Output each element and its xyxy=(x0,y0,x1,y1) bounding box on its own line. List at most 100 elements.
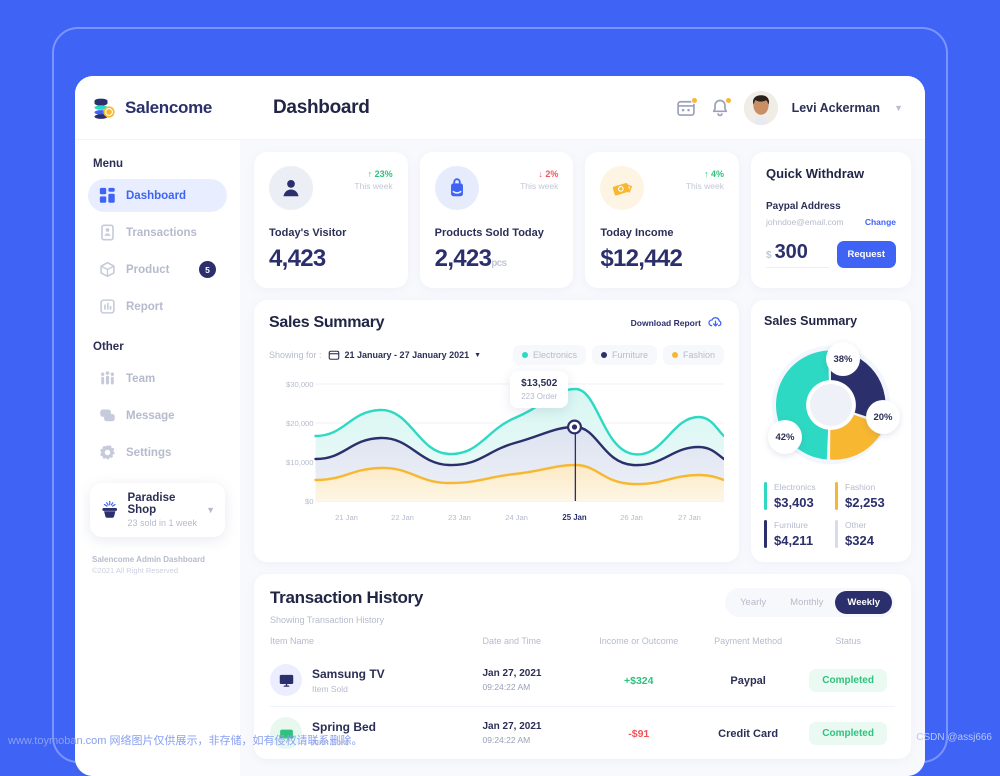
charts-row: Sales Summary Download Report Showing fo… xyxy=(254,300,911,562)
stat-trend: ↓ 2% This week xyxy=(520,166,558,191)
stat-trend: ↑ 23% This week xyxy=(354,166,392,191)
row-date: Jan 27, 2021 xyxy=(483,668,583,679)
cell-payment: Paypal xyxy=(695,654,801,707)
donut-chart[interactable]: 38% 42% 20% xyxy=(764,332,898,480)
legend-color-dot xyxy=(522,352,528,358)
toggle-monthly[interactable]: Monthly xyxy=(778,591,835,614)
chevron-down-icon[interactable]: ▼ xyxy=(894,103,903,113)
shop-switcher[interactable]: Paradise Shop 23 sold in 1 week ▼ xyxy=(90,483,225,537)
item-subtitle: Item Sold xyxy=(312,684,385,694)
shopping-bag-icon xyxy=(446,177,468,199)
coins-stack-icon xyxy=(92,96,116,120)
shop-name: Paradise Shop xyxy=(127,492,198,516)
stat-unit: pcs xyxy=(491,258,506,269)
legend-electronics[interactable]: Electronics xyxy=(513,345,586,365)
legend-label: Other xyxy=(845,520,874,530)
stat-trend: ↑ 4% This week xyxy=(686,166,724,191)
row-payment-method: Paypal xyxy=(730,675,765,687)
user-icon xyxy=(280,177,302,199)
user-name: Levi Ackerman xyxy=(792,101,880,115)
legend-fashion[interactable]: Fashion xyxy=(663,345,724,365)
sidebar-item-report[interactable]: Report xyxy=(88,290,227,323)
cell-amount: -$91 xyxy=(583,707,696,760)
x-axis-tick: 22 Jan xyxy=(391,513,414,522)
stat-card-income: ↑ 4% This week Today Income $12,442 xyxy=(585,152,739,288)
request-button[interactable]: Request xyxy=(837,241,896,268)
toggle-yearly[interactable]: Yearly xyxy=(728,591,778,614)
stat-icon-wrap xyxy=(269,166,313,210)
x-axis-tick: 26 Jan xyxy=(620,513,643,522)
donut-percent-bubble: 38% xyxy=(826,342,860,376)
table-row[interactable]: Spring Bed Item Sold Jan 27, 2021 09:24:… xyxy=(270,707,895,760)
cell-payment: Credit Card xyxy=(695,707,801,760)
legend-label: Furniture xyxy=(774,520,813,530)
legend-color-bar xyxy=(835,520,838,548)
page-title: Dashboard xyxy=(273,97,370,119)
tooltip-sub: 223 Order xyxy=(521,392,557,401)
avatar[interactable] xyxy=(744,91,778,125)
stat-cards: ↑ 23% This week Today's Visitor 4,423 xyxy=(254,152,739,288)
notifications-button[interactable] xyxy=(710,98,730,118)
sidebar-item-label: Team xyxy=(126,373,155,385)
legend-label: Fashion xyxy=(683,350,715,360)
main-content: ↑ 23% This week Today's Visitor 4,423 xyxy=(240,140,925,776)
calendar-icon xyxy=(328,349,340,361)
cell-amount: +$324 xyxy=(583,654,696,707)
cell-status: Completed xyxy=(801,707,895,760)
withdraw-amount-input[interactable]: $ 300 xyxy=(766,241,829,268)
stat-value: $12,442 xyxy=(600,245,724,273)
sidebar-section-other-label: Other xyxy=(93,341,227,353)
item-icon-wrap xyxy=(270,717,302,749)
box-icon xyxy=(99,261,116,278)
stat-trend-label: This week xyxy=(520,181,558,191)
tooltip-value: $13,502 xyxy=(521,378,557,389)
y-axis-tick: $20,000 xyxy=(286,419,313,428)
stat-trend-label: This week xyxy=(686,181,724,191)
table-row[interactable]: Samsung TV Item Sold Jan 27, 2021 09:24:… xyxy=(270,654,895,707)
download-report-label: Download Report xyxy=(631,318,701,328)
toggle-weekly[interactable]: Weekly xyxy=(835,591,892,614)
sidebar-item-dashboard[interactable]: Dashboard xyxy=(88,179,227,212)
sidebar-item-team[interactable]: Team xyxy=(88,362,227,395)
donut-title: Sales Summary xyxy=(764,314,898,328)
column-header-status: Status xyxy=(801,636,895,654)
sidebar-item-transactions[interactable]: Transactions xyxy=(88,216,227,249)
item-icon-wrap xyxy=(270,664,302,696)
donut-legend-electronics: Electronics $3,403 xyxy=(764,482,827,510)
sidebar-item-label: Transactions xyxy=(126,227,197,239)
sidebar-item-label: Product xyxy=(126,264,169,276)
cell-date: Jan 27, 2021 09:24:22 AM xyxy=(483,654,583,707)
message-icon xyxy=(99,407,116,424)
legend-amount: $324 xyxy=(845,533,874,548)
status-badge: Completed xyxy=(809,669,887,692)
legend-color-dot xyxy=(601,352,607,358)
legend-furniture[interactable]: Furniture xyxy=(592,345,657,365)
stat-title: Today Income xyxy=(600,227,724,239)
change-address-link[interactable]: Change xyxy=(865,217,896,227)
currency-symbol: $ xyxy=(766,250,772,261)
download-report-button[interactable]: Download Report xyxy=(631,314,724,331)
row-amount: -$91 xyxy=(628,728,649,740)
sidebar-item-message[interactable]: Message xyxy=(88,399,227,432)
sales-area-chart[interactable]: $30,000 $20,000 $10,000 $0 21 Jan 22 Jan… xyxy=(269,375,724,525)
avatar-photo-icon xyxy=(744,91,778,125)
row-time: 09:24:22 AM xyxy=(483,735,583,745)
sidebar-item-label: Settings xyxy=(126,447,171,459)
stat-trend-label: This week xyxy=(354,181,392,191)
row-time: 09:24:22 AM xyxy=(483,682,583,692)
sidebar-item-product[interactable]: Product 5 xyxy=(88,253,227,286)
receipt-icon xyxy=(99,224,116,241)
gear-icon xyxy=(99,444,116,461)
brand-logo[interactable]: Salencome xyxy=(75,96,240,120)
column-header-item-name: Item Name xyxy=(270,636,483,654)
donut-percent-bubble: 42% xyxy=(768,420,802,454)
sidebar-item-settings[interactable]: Settings xyxy=(88,436,227,469)
item-subtitle: Item Sold xyxy=(312,737,376,747)
date-range-picker[interactable]: 21 January - 27 January 2021 ▼ xyxy=(328,349,482,361)
x-axis-tick: 23 Jan xyxy=(448,513,471,522)
footer-line-2: ©2021 All Right Reserved xyxy=(92,566,227,575)
stat-title: Products Sold Today xyxy=(435,227,559,239)
cell-item: Samsung TV Item Sold xyxy=(270,654,483,707)
sales-summary-title: Sales Summary xyxy=(269,314,384,332)
calendar-button[interactable] xyxy=(676,98,696,118)
